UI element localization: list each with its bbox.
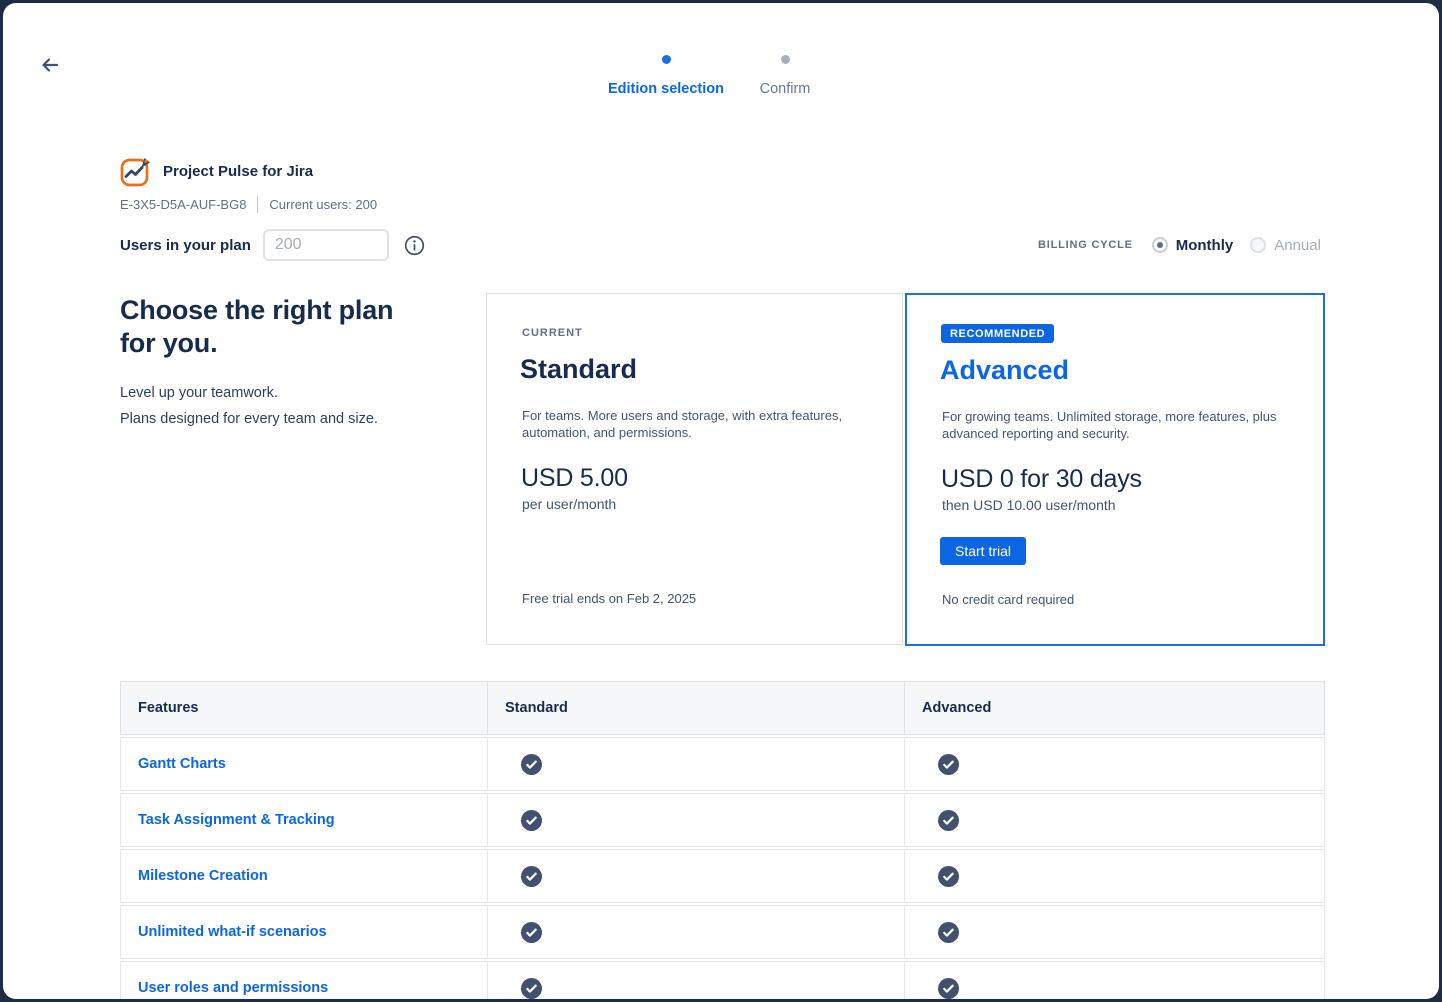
plan-footnote: Free trial ends on Feb 2, 2025 — [522, 591, 697, 606]
plan-card-standard: CURRENT Standard For teams. More users a… — [486, 293, 903, 645]
users-in-plan-row: Users in your plan — [120, 229, 426, 261]
plan-price-note: then USD 10.00 user/month — [942, 497, 1116, 513]
step-label: Edition selection — [607, 81, 724, 97]
step-dot-upcoming — [780, 55, 790, 64]
step-label: Confirm — [759, 81, 811, 97]
billing-cycle-control: BILLING CYCLE Monthly Annual — [1038, 229, 1321, 261]
feature-link[interactable]: Unlimited what-if scenarios — [138, 924, 327, 940]
billing-monthly-option[interactable]: Monthly — [1151, 236, 1234, 254]
check-icon — [521, 865, 542, 887]
stepper-step-edition-selection[interactable]: Edition selection — [586, 55, 746, 97]
table-row: Gantt Charts — [120, 737, 1325, 791]
features-comparison-table: Features Standard Advanced Gantt Charts T… — [120, 681, 1325, 999]
plan-price-note: per user/month — [522, 496, 617, 512]
feature-link[interactable]: Milestone Creation — [138, 868, 268, 884]
plan-footnote: No credit card required — [942, 592, 1075, 607]
radio-selected-icon[interactable] — [1151, 237, 1168, 253]
recommended-badge: RECOMMENDED — [941, 324, 1055, 343]
plan-feature-cell — [904, 962, 1324, 999]
plan-feature-cell — [904, 850, 1324, 902]
plan-description: For growing teams. Unlimited storage, mo… — [942, 409, 1277, 441]
feature-link[interactable]: Task Assignment & Tracking — [138, 812, 335, 828]
back-button[interactable] — [36, 51, 64, 79]
table-header-standard: Standard — [487, 682, 904, 734]
plan-price: USD 5.00 — [521, 464, 628, 492]
billing-annual-option[interactable]: Annual — [1250, 237, 1321, 254]
check-icon — [938, 977, 959, 999]
table-row: Unlimited what-if scenarios — [120, 905, 1325, 959]
page-subtitle: Level up your teamwork. Plans designed f… — [120, 385, 378, 427]
divider — [257, 196, 259, 213]
plan-card-advanced: RECOMMENDED Advanced For growing teams. … — [905, 293, 1325, 646]
check-icon — [521, 809, 542, 831]
edition-selection-page: Edition selection Confirm Project Pulse … — [3, 3, 1439, 999]
license-row: E-3X5-D5A-AUF-BG8 Current users: 200 — [120, 196, 377, 213]
feature-link[interactable]: User roles and permissions — [138, 980, 328, 996]
plan-feature-cell — [487, 738, 904, 790]
check-icon — [938, 809, 959, 831]
radio-unselected-icon[interactable] — [1250, 237, 1267, 253]
plan-feature-cell — [487, 850, 904, 902]
users-count-input[interactable] — [262, 229, 389, 261]
plan-feature-cell — [904, 906, 1324, 958]
app-header: Project Pulse for Jira — [120, 155, 313, 187]
billing-monthly-label: Monthly — [1175, 236, 1234, 254]
users-in-plan-label: Users in your plan — [120, 236, 251, 254]
table-row: Task Assignment & Tracking — [120, 793, 1325, 847]
plan-name: Advanced — [940, 355, 1070, 385]
table-header-row: Features Standard Advanced — [120, 681, 1325, 735]
stepper-step-confirm[interactable]: Confirm — [735, 55, 835, 97]
step-dot-active — [661, 55, 671, 64]
billing-annual-label: Annual — [1274, 236, 1321, 254]
info-icon[interactable] — [404, 234, 426, 256]
license-key: E-3X5-D5A-AUF-BG8 — [120, 197, 247, 212]
table-header-advanced: Advanced — [904, 682, 1324, 734]
check-icon — [938, 753, 959, 775]
plan-feature-cell — [487, 906, 904, 958]
check-icon — [521, 753, 542, 775]
plan-feature-cell — [904, 738, 1324, 790]
check-icon — [521, 977, 542, 999]
plan-description: For teams. More users and storage, with … — [522, 408, 843, 440]
project-pulse-logo-icon — [120, 158, 150, 187]
plan-price: USD 0 for 30 days — [941, 465, 1142, 493]
current-plan-tag: CURRENT — [522, 327, 583, 339]
app-title: Project Pulse for Jira — [163, 162, 314, 180]
features-table-rows: Gantt Charts Task Assignment & Tracking Mi… — [120, 737, 1325, 999]
plan-feature-cell — [904, 794, 1324, 846]
plan-feature-cell — [487, 794, 904, 846]
billing-cycle-label: BILLING CYCLE — [1038, 239, 1133, 251]
plan-feature-cell — [487, 962, 904, 999]
arrow-left-icon — [42, 58, 59, 72]
plan-name: Standard — [520, 354, 638, 384]
table-header-features: Features — [138, 700, 199, 716]
check-icon — [938, 921, 959, 943]
check-icon — [938, 865, 959, 887]
feature-link[interactable]: Gantt Charts — [138, 756, 226, 772]
table-row: Milestone Creation — [120, 849, 1325, 903]
check-icon — [521, 921, 542, 943]
start-trial-button[interactable]: Start trial — [940, 537, 1027, 565]
table-row: User roles and permissions — [120, 961, 1325, 999]
page-title: Choose the right plan for you. — [120, 295, 394, 358]
current-users-count: Current users: 200 — [269, 197, 378, 212]
